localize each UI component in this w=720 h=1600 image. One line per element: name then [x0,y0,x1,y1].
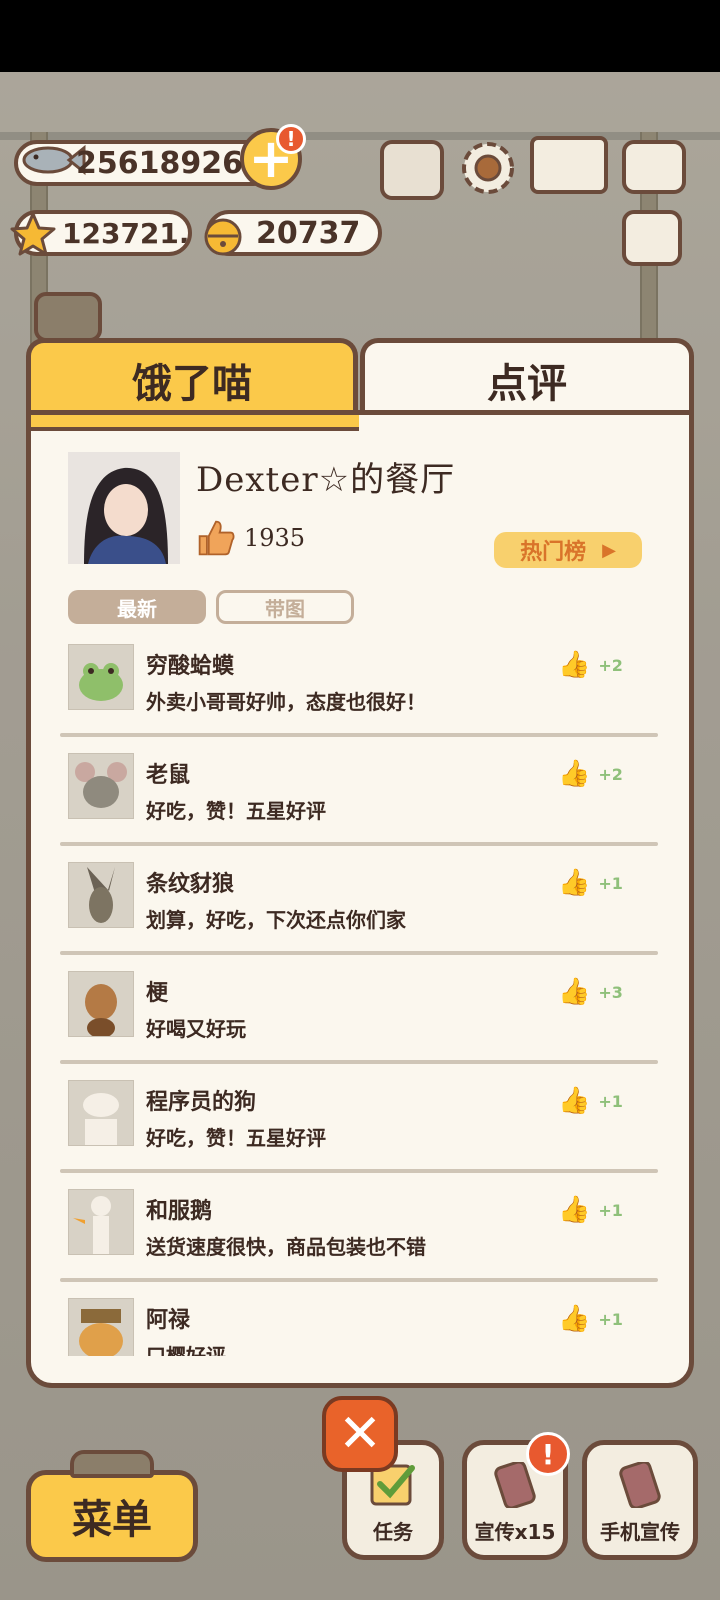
star-count: 123721.4 [62,216,190,250]
kimono-goose-avatar [68,1189,134,1255]
review-list[interactable]: 穷酸蛤蟆 外卖小哥哥好帅，态度也很好！ 👍 +2 老鼠 好吃，赞！五星好评 👍 +2… [58,638,658,1356]
fish-currency-pill: 25618926 [14,140,276,186]
reviewer-name: 程序员的狗 [146,1090,257,1115]
reviewer-name: 穷酸蛤蟆 [146,654,235,679]
list-item: 阿禄 口樱好评 👍 +1 [58,1292,658,1356]
review-like-button[interactable]: 👍 +2 [558,759,623,789]
tasks-label: 任务 [373,1520,413,1544]
phone-promote-label: 手机宣传 [600,1520,680,1544]
review-text: 口樱好评 [146,1344,226,1356]
filter-newest-button[interactable]: 最新 [68,590,206,624]
review-text: 送货速度很快，商品包装也不错 [146,1235,426,1259]
review-like-count: +1 [598,1309,623,1329]
frog-avatar [68,644,134,710]
star-icon [10,212,56,256]
divider [60,733,658,737]
review-like-button[interactable]: 👍 +2 [558,650,623,680]
review-like-count: +3 [598,982,623,1002]
newspaper-icon[interactable] [622,210,682,266]
review-text: 外卖小哥哥好帅，态度也很好！ [146,690,426,714]
add-fish-alert-badge: ! [276,124,306,154]
thumbs-up-icon: 👍 [558,977,591,1007]
review-text: 好吃，赞！五星好评 [146,1126,326,1150]
restaurant-like-count: 1935 [244,524,306,552]
filter-with-image-button[interactable]: 带图 [216,590,354,624]
review-text: 划算，好吃，下次还点你们家 [146,908,406,932]
avatar [68,452,180,564]
reviewer-name: 条纹豺狼 [146,872,235,897]
review-like-button[interactable]: 👍 +1 [558,1195,623,1225]
reviewer-name: 阿禄 [146,1308,191,1333]
mouse-avatar [68,753,134,819]
review-like-count: +2 [598,764,623,784]
review-like-count: +1 [598,1091,623,1111]
bell-icon [204,218,242,256]
thumbs-up-icon [198,520,235,556]
reviewer-name: 老鼠 [146,763,191,788]
settings-gear-icon[interactable] [456,136,520,200]
hot-ranking-label: 热门榜 [520,540,587,565]
tab-ele-meow[interactable]: 饿了喵 [26,338,358,416]
restaurant-name: Dexter☆的餐厅 [196,460,456,500]
play-arrow-icon: ▶ [602,539,616,561]
review-like-button[interactable]: 👍 +1 [558,868,623,898]
review-like-button[interactable]: 👍 +1 [558,1304,623,1334]
review-like-button[interactable]: 👍 +1 [558,1086,623,1116]
thumbs-up-icon: 👍 [558,1304,591,1334]
ranking-icon[interactable] [380,140,444,200]
divider [60,842,658,846]
programmer-dog-avatar [68,1080,134,1146]
list-item: 程序员的狗 好吃，赞！五星好评 👍 +1 [58,1074,658,1183]
shop-icon[interactable] [34,292,102,342]
list-item: 穷酸蛤蟆 外卖小哥哥好帅，态度也很好！ 👍 +2 [58,638,658,747]
list-item: 梗 好喝又好玩 👍 +3 [58,965,658,1074]
deer-avatar [68,1298,134,1356]
review-text: 好吃，赞！五星好评 [146,799,326,823]
clipboard-clip-icon [70,1450,154,1478]
list-item: 老鼠 好吃，赞！五星好评 👍 +2 [58,747,658,856]
review-like-count: +1 [598,1200,623,1220]
review-like-count: +2 [598,655,623,675]
promote-label: 宣传x15 [474,1520,556,1544]
divider [60,951,658,955]
camera-icon[interactable] [622,140,686,194]
fish-count: 25618926 [76,145,243,181]
review-text: 好喝又好玩 [146,1017,246,1041]
thumbs-up-icon: 👍 [558,868,591,898]
thumbs-up-icon: 👍 [558,1195,591,1225]
phone-icon [619,1462,661,1508]
list-item: 和服鹅 送货速度很快，商品包装也不错 👍 +1 [58,1183,658,1292]
thumbs-up-icon: 👍 [558,1086,591,1116]
list-item: 条纹豺狼 划算，好吃，下次还点你们家 👍 +1 [58,856,658,965]
bell-count: 20737 [256,215,361,251]
thumbs-up-icon: 👍 [558,759,591,789]
thumbs-up-icon: 👍 [558,650,591,680]
dog-avatar [68,971,134,1038]
divider [60,1060,658,1064]
menu-button[interactable]: 菜单 [26,1470,198,1562]
divider [60,1169,658,1173]
restaurant-likes: 1935 [196,518,305,558]
review-like-button[interactable]: 👍 +3 [558,977,623,1007]
divider [60,1278,658,1282]
promote-alert-badge: ! [526,1432,570,1476]
phone-promote-button[interactable]: 手机宣传 [582,1440,698,1560]
status-bar [0,0,720,72]
reviewer-name: 梗 [146,981,169,1006]
close-button[interactable]: ✕ [322,1396,398,1472]
review-like-count: +1 [598,873,623,893]
reviewer-name: 和服鹅 [146,1199,213,1224]
tab-reviews[interactable]: 点评 [360,338,694,416]
guide-book-icon[interactable] [530,136,608,194]
hyena-avatar [68,862,134,928]
hot-ranking-button[interactable]: 热门榜 ▶ [494,532,642,568]
